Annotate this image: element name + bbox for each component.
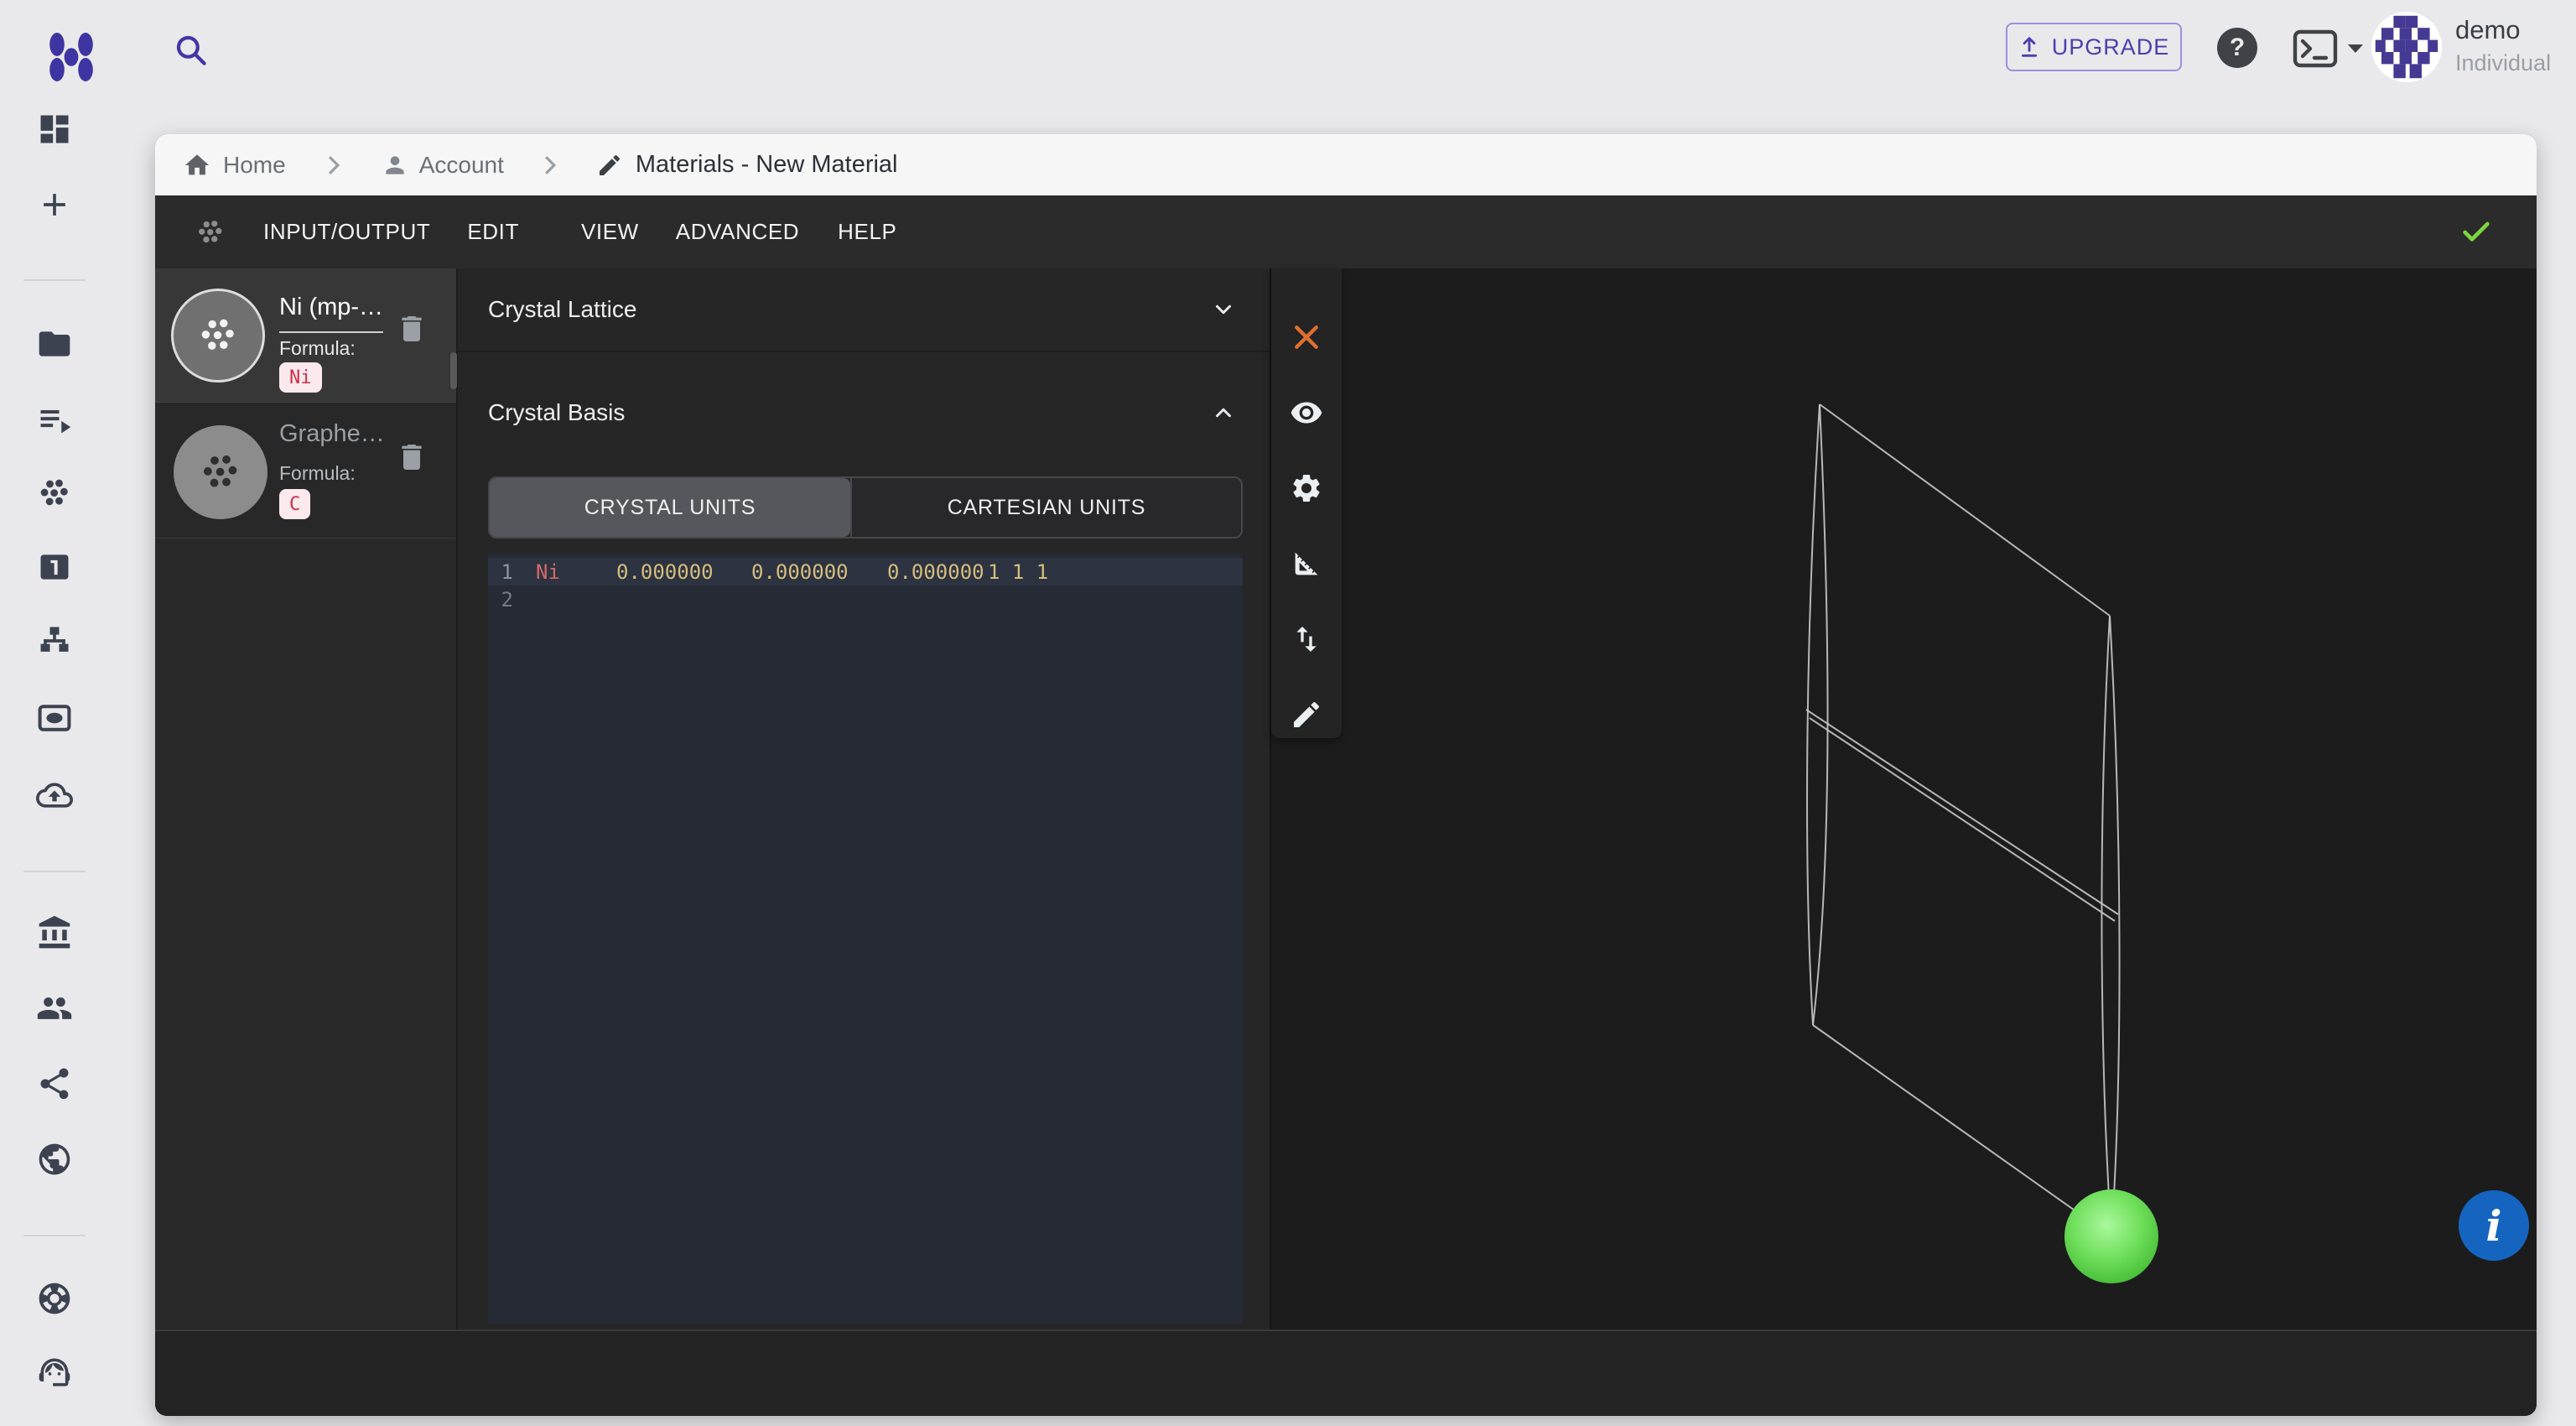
formula-chip: Ni	[279, 362, 322, 393]
files-icon[interactable]	[36, 325, 73, 362]
token-y: 0.000000	[751, 560, 849, 584]
material-name[interactable]: Graphe…	[279, 420, 385, 448]
settings-icon[interactable]	[1290, 471, 1323, 505]
info-glyph: i	[2486, 1201, 2502, 1251]
viewer-toolbar	[1271, 268, 1342, 738]
crystal-lattice-accordion[interactable]: Crystal Lattice	[458, 268, 1270, 352]
content-row: Ni (mp-… Formula: Ni Graphe… Formula: C	[155, 268, 2537, 1330]
formula-chip: C	[279, 489, 310, 519]
source-panel: Crystal Lattice Crystal Basis CRYSTAL UN…	[458, 268, 1270, 1330]
materials-panel: Ni (mp-… Formula: Ni Graphe… Formula: C	[155, 268, 458, 1330]
editor-menu-bar: INPUT/OUTPUT EDIT VIEW ADVANCED HELP	[155, 195, 2537, 268]
help-button[interactable]: ?	[2217, 28, 2257, 68]
sidebar-divider	[23, 871, 86, 872]
unit-one-icon[interactable]	[36, 549, 73, 585]
material-thumbnail	[171, 289, 265, 383]
workflows-icon[interactable]	[36, 622, 73, 659]
material-item[interactable]: Graphe… Formula: C	[155, 403, 456, 539]
card-footer	[155, 1330, 2537, 1416]
upgrade-button[interactable]: UPGRADE	[2006, 23, 2182, 71]
viewer-panel[interactable]: i	[1270, 268, 2537, 1330]
close-icon[interactable]	[1290, 320, 1323, 354]
web-icon[interactable]	[36, 1141, 73, 1178]
line-number: 2	[495, 588, 513, 612]
sidebar-divider	[23, 279, 86, 281]
top-bar: UPGRADE ? demo Individual	[0, 0, 2576, 96]
user-avatar[interactable]	[2371, 12, 2442, 82]
visibility-icon[interactable]	[1290, 396, 1323, 429]
menu-view[interactable]: VIEW	[581, 219, 639, 245]
swap-axes-icon[interactable]	[1290, 622, 1323, 656]
organization-icon[interactable]	[36, 914, 73, 951]
crystal-basis-accordion[interactable]: Crystal Basis	[458, 354, 1270, 471]
media-icon[interactable]	[36, 700, 73, 736]
menu-edit[interactable]: EDIT	[467, 219, 519, 245]
main-card: Home Account Materials - New Material IN…	[155, 134, 2537, 1416]
share-icon[interactable]	[36, 1065, 73, 1102]
home-icon[interactable]	[183, 151, 211, 180]
user-name[interactable]: demo	[2455, 15, 2521, 45]
menu-advanced[interactable]: ADVANCED	[676, 219, 799, 245]
material-item-selected[interactable]: Ni (mp-… Formula: Ni	[155, 268, 456, 403]
chevron-down-icon	[1211, 297, 1236, 322]
measure-icon[interactable]	[1290, 547, 1323, 580]
formula-label: Formula:	[279, 462, 356, 485]
upload-icon	[2018, 34, 2040, 60]
sidebar-divider	[23, 1235, 86, 1236]
material-name-input[interactable]: Ni (mp-…	[279, 294, 383, 333]
tab-crystal-units-label: CRYSTAL UNITS	[584, 496, 756, 520]
editor-line: 1 Ni 0.000000 0.000000 0.000000 1 1 1	[488, 558, 1243, 585]
chevron-up-icon	[1211, 400, 1236, 425]
tab-crystal-units[interactable]: CRYSTAL UNITS	[490, 478, 850, 537]
search-icon[interactable]	[173, 32, 210, 69]
token-constraints: 1 1 1	[988, 560, 1048, 584]
contact-agent-icon[interactable]	[36, 1354, 73, 1391]
materials-icon[interactable]	[36, 475, 73, 512]
app-logo-icon[interactable]	[44, 32, 99, 82]
chevron-right-icon	[325, 154, 343, 176]
token-z: 0.000000	[887, 560, 984, 584]
delete-material-icon[interactable]	[395, 440, 428, 474]
line-number: 1	[495, 560, 513, 584]
edit-pencil-icon	[596, 152, 623, 179]
token-element: Ni	[536, 560, 560, 584]
help-glyph: ?	[2230, 34, 2245, 62]
people-icon[interactable]	[36, 990, 73, 1027]
crystal-basis-title: Crystal Basis	[488, 399, 625, 426]
account-icon	[382, 152, 408, 179]
save-check-icon[interactable]	[2459, 216, 2493, 249]
delete-material-icon[interactable]	[395, 312, 428, 346]
token-x: 0.000000	[616, 560, 714, 584]
tab-cartesian-units-label: CARTESIAN UNITS	[948, 496, 1146, 520]
basis-code-editor[interactable]: 1 Ni 0.000000 0.000000 0.000000 1 1 1 2	[488, 554, 1243, 1324]
material-cluster-icon	[195, 216, 226, 248]
material-thumbnail	[174, 425, 267, 519]
editor-line: 2	[488, 585, 1243, 613]
formula-label: Formula:	[279, 337, 356, 360]
user-plan: Individual	[2455, 50, 2551, 76]
menu-input-output[interactable]: INPUT/OUTPUT	[263, 219, 430, 245]
support-icon[interactable]	[36, 1280, 73, 1317]
info-button[interactable]: i	[2459, 1190, 2529, 1261]
jobs-list-icon[interactable]	[36, 401, 73, 438]
chevron-right-icon	[541, 154, 559, 176]
lattice-wireframe	[1271, 268, 2537, 1330]
menu-help[interactable]: HELP	[838, 219, 896, 245]
cloud-upload-icon[interactable]	[36, 777, 73, 814]
crystal-lattice-title: Crystal Lattice	[488, 296, 636, 323]
units-tab-group: CRYSTAL UNITS CARTESIAN UNITS	[488, 476, 1243, 539]
edit-pencil-icon[interactable]	[1290, 698, 1323, 731]
breadcrumb-account[interactable]: Account	[419, 152, 504, 179]
atom-sphere-ni[interactable]	[2064, 1189, 2158, 1283]
breadcrumb: Home Account Materials - New Material	[155, 134, 2537, 195]
console-menu-button[interactable]	[2293, 29, 2366, 68]
breadcrumb-home[interactable]: Home	[223, 152, 286, 179]
tab-cartesian-units[interactable]: CARTESIAN UNITS	[850, 478, 1241, 537]
breadcrumb-current: Materials - New Material	[636, 151, 898, 179]
upgrade-label: UPGRADE	[2052, 34, 2170, 60]
panel-scrollbar[interactable]	[450, 352, 457, 389]
create-new-icon[interactable]	[36, 186, 73, 223]
dashboard-icon[interactable]	[36, 111, 73, 148]
